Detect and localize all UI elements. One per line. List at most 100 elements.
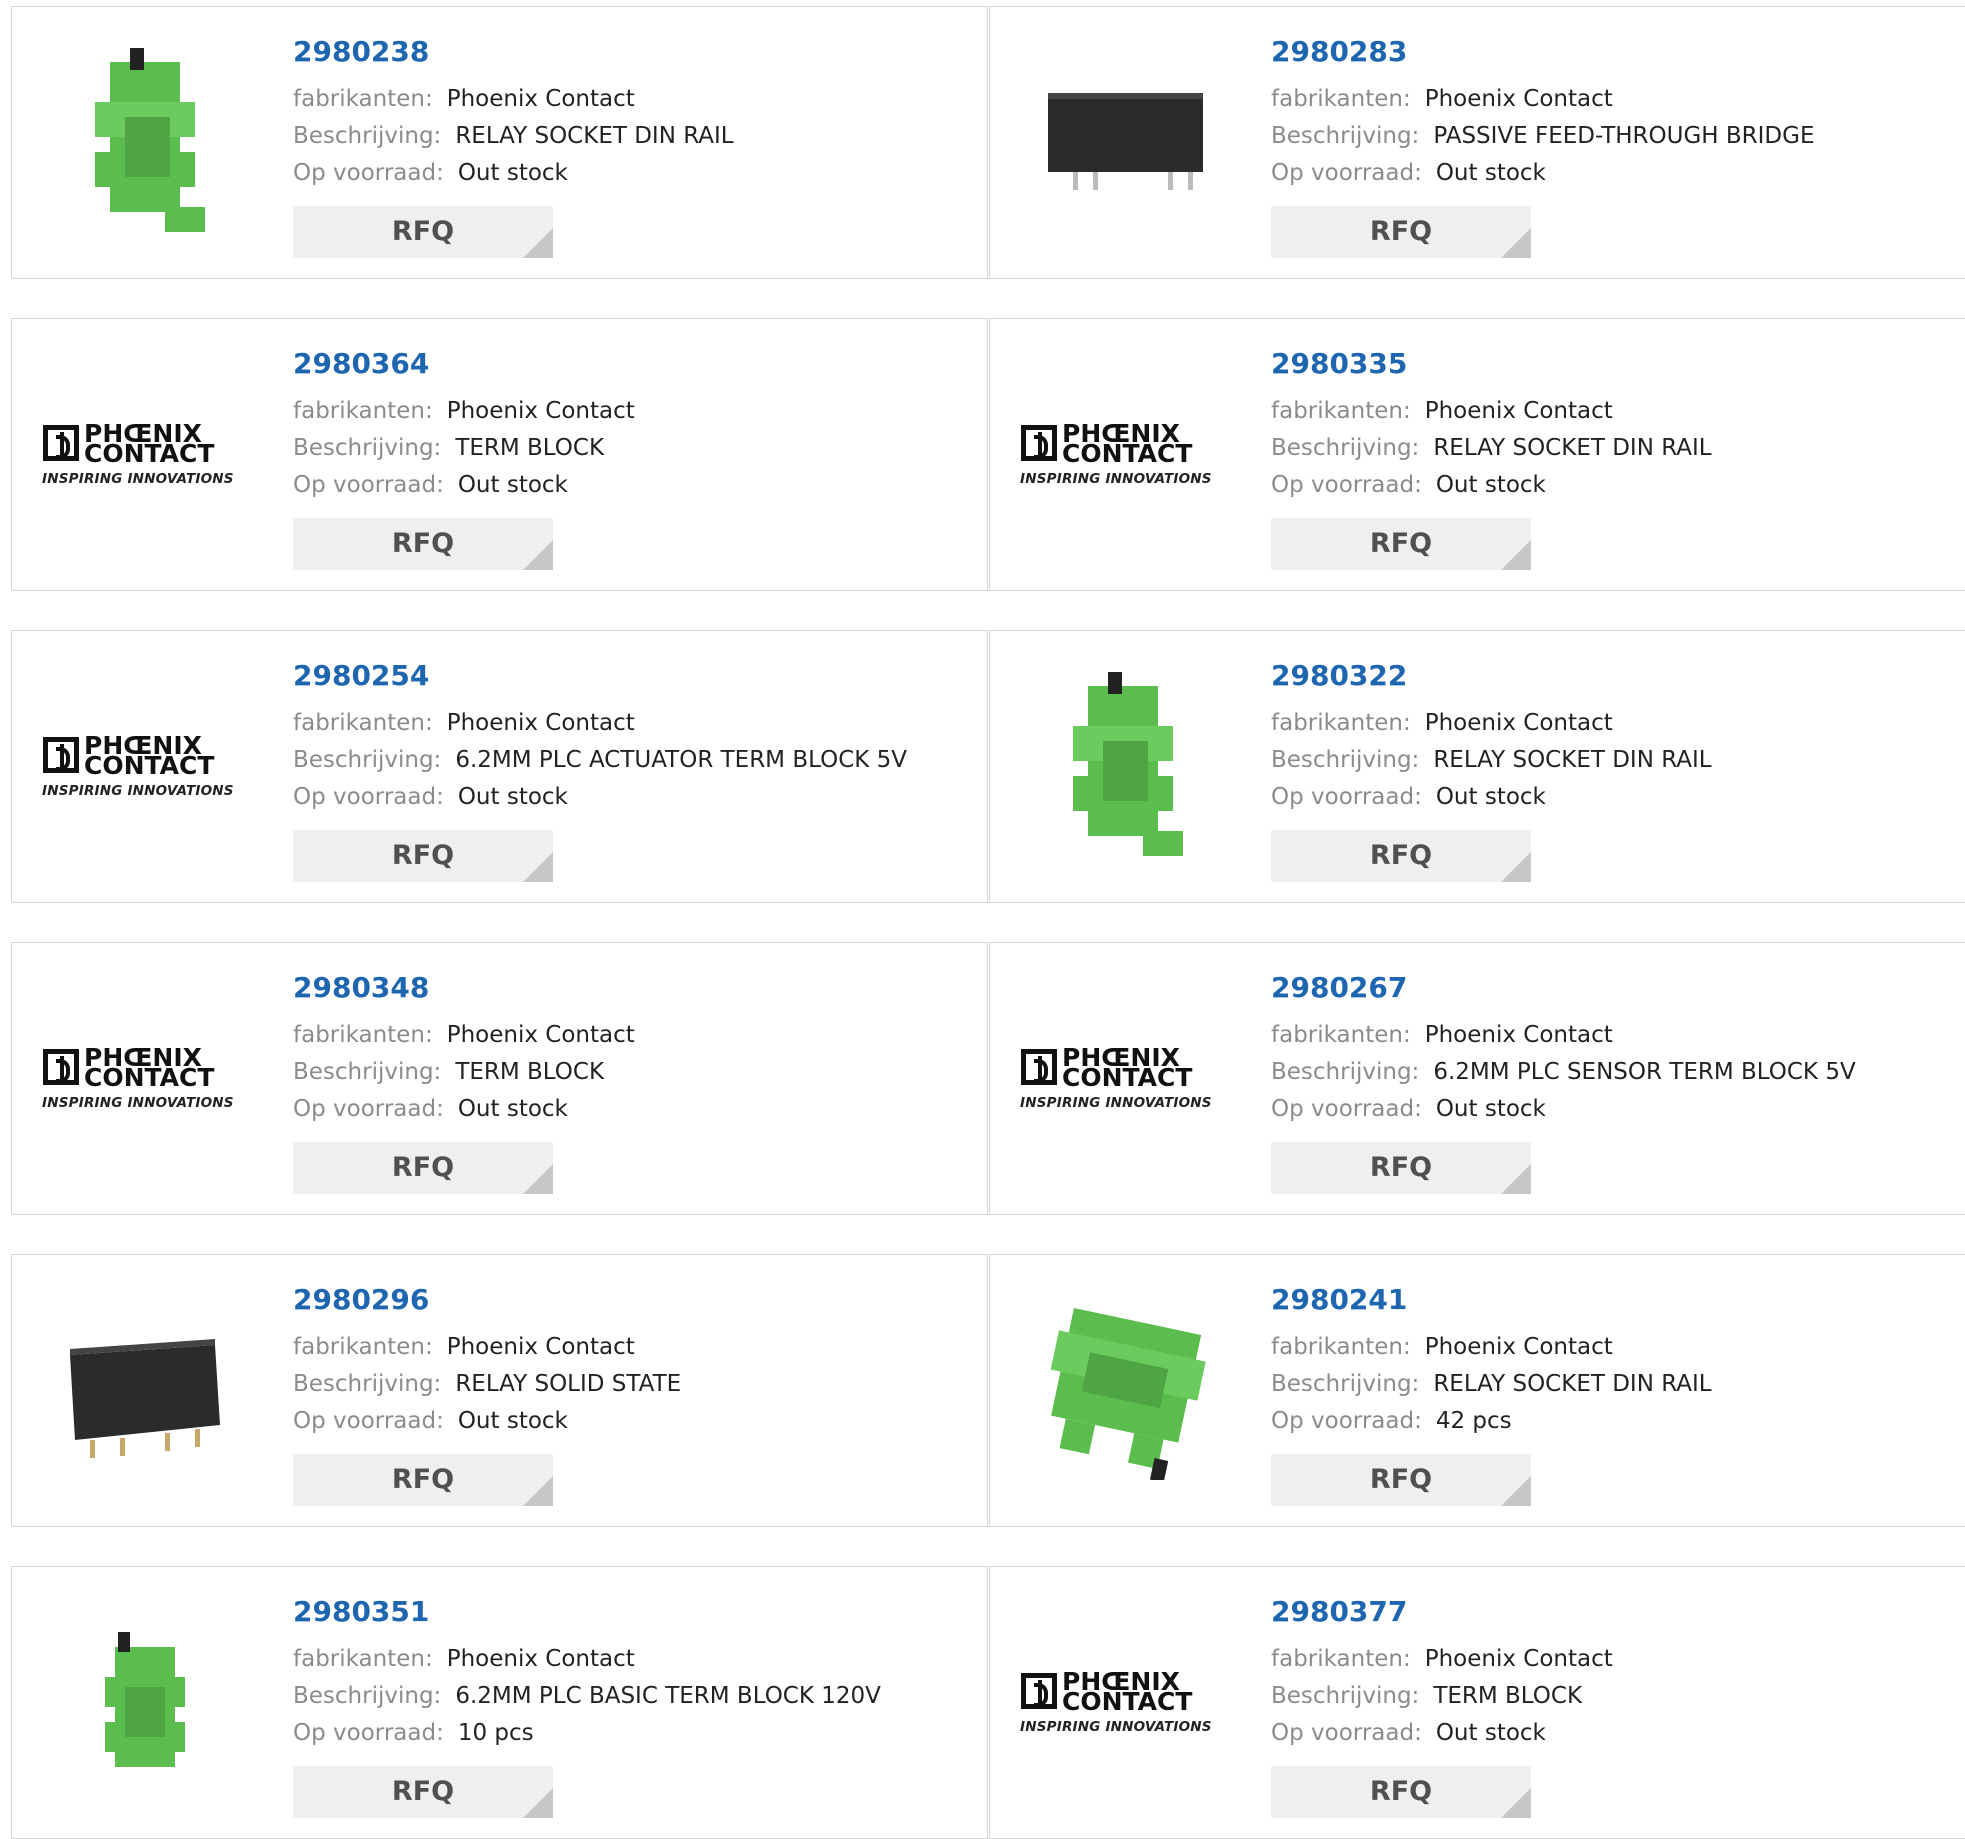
product-image[interactable] bbox=[1020, 41, 1225, 246]
part-number-link[interactable]: 2980348 bbox=[293, 971, 635, 1005]
description-value: TERM BLOCK bbox=[1433, 1683, 1583, 1709]
rfq-button[interactable]: RFQ bbox=[293, 206, 553, 258]
product-image[interactable] bbox=[42, 1289, 247, 1494]
product-info: 2980254 fabrikanten: Phoenix Contact Beschr… bbox=[293, 659, 907, 882]
description-value: RELAY SOCKET DIN RAIL bbox=[1433, 1371, 1712, 1397]
manufacturer-row: fabrikanten: Phoenix Contact bbox=[293, 1017, 635, 1054]
manufacturer-value: Phoenix Contact bbox=[1424, 1646, 1613, 1672]
stock-label: Op voorraad: bbox=[1271, 1720, 1422, 1746]
stock-value: Out stock bbox=[1435, 1720, 1546, 1746]
stock-value: Out stock bbox=[457, 784, 568, 810]
description-value: RELAY SOCKET DIN RAIL bbox=[1433, 747, 1712, 773]
product-card: 2980296 fabrikanten: Phoenix Contact Beschr… bbox=[11, 1254, 988, 1527]
manufacturer-label: fabrikanten: bbox=[1271, 398, 1411, 424]
description-label: Beschrijving: bbox=[293, 435, 442, 461]
part-number-link[interactable]: 2980283 bbox=[1271, 35, 1815, 69]
rfq-button-label: RFQ bbox=[1369, 528, 1433, 559]
rfq-corner-decoration bbox=[523, 228, 553, 258]
logo-line-2: CONTACT bbox=[1062, 1686, 1193, 1716]
description-value: 6.2MM PLC ACTUATOR TERM BLOCK 5V bbox=[455, 747, 908, 773]
rfq-button[interactable]: RFQ bbox=[293, 830, 553, 882]
product-card: 2980322 fabrikanten: Phoenix Contact Beschr… bbox=[989, 630, 1965, 903]
manufacturer-row: fabrikanten: Phoenix Contact bbox=[293, 81, 734, 118]
description-row: Beschrijving: RELAY SOCKET DIN RAIL bbox=[1271, 430, 1712, 467]
part-number-link[interactable]: 2980351 bbox=[293, 1595, 881, 1629]
rfq-button[interactable]: RFQ bbox=[293, 1454, 553, 1506]
manufacturer-label: fabrikanten: bbox=[293, 86, 433, 112]
description-label: Beschrijving: bbox=[1271, 1059, 1420, 1085]
green-relay-socket-angled-icon bbox=[1038, 1300, 1208, 1484]
phoenix-contact-logo: PHŒNIX CONTACT INSPIRING INNOVATIONS bbox=[42, 733, 247, 803]
description-label: Beschrijving: bbox=[293, 1683, 442, 1709]
part-number-link[interactable]: 2980267 bbox=[1271, 971, 1856, 1005]
rfq-button[interactable]: RFQ bbox=[1271, 1766, 1531, 1818]
product-image[interactable]: PHŒNIX CONTACT INSPIRING INNOVATIONS bbox=[1020, 353, 1225, 558]
stock-value: Out stock bbox=[1435, 160, 1546, 186]
product-image[interactable]: PHŒNIX CONTACT INSPIRING INNOVATIONS bbox=[42, 977, 247, 1182]
stock-label: Op voorraad: bbox=[293, 472, 444, 498]
rfq-button[interactable]: RFQ bbox=[1271, 1454, 1531, 1506]
part-number-link[interactable]: 2980364 bbox=[293, 347, 635, 381]
part-number-link[interactable]: 2980241 bbox=[1271, 1283, 1712, 1317]
product-image[interactable]: PHŒNIX CONTACT INSPIRING INNOVATIONS bbox=[42, 665, 247, 870]
stock-value: Out stock bbox=[457, 1096, 568, 1122]
phoenix-contact-logo: PHŒNIX CONTACT INSPIRING INNOVATIONS bbox=[1020, 1045, 1225, 1115]
rfq-button[interactable]: RFQ bbox=[293, 1142, 553, 1194]
manufacturer-label: fabrikanten: bbox=[1271, 710, 1411, 736]
manufacturer-value: Phoenix Contact bbox=[446, 1334, 635, 1360]
manufacturer-value: Phoenix Contact bbox=[446, 1022, 635, 1048]
part-number-link[interactable]: 2980377 bbox=[1271, 1595, 1613, 1629]
manufacturer-label: fabrikanten: bbox=[293, 710, 433, 736]
rfq-corner-decoration bbox=[523, 540, 553, 570]
product-card: PHŒNIX CONTACT INSPIRING INNOVATIONS 298036… bbox=[11, 318, 988, 591]
part-number-link[interactable]: 2980238 bbox=[293, 35, 734, 69]
manufacturer-label: fabrikanten: bbox=[293, 1334, 433, 1360]
manufacturer-row: fabrikanten: Phoenix Contact bbox=[1271, 393, 1712, 430]
product-image[interactable] bbox=[42, 41, 247, 246]
part-number-link[interactable]: 2980254 bbox=[293, 659, 907, 693]
product-image[interactable]: PHŒNIX CONTACT INSPIRING INNOVATIONS bbox=[1020, 977, 1225, 1182]
manufacturer-value: Phoenix Contact bbox=[1424, 86, 1613, 112]
rfq-corner-decoration bbox=[1501, 540, 1531, 570]
product-card: 2980241 fabrikanten: Phoenix Contact Beschr… bbox=[989, 1254, 1965, 1527]
rfq-button[interactable]: RFQ bbox=[1271, 206, 1531, 258]
rfq-button-label: RFQ bbox=[1369, 216, 1433, 247]
black-solid-state-relay-icon bbox=[55, 1315, 235, 1469]
description-value: TERM BLOCK bbox=[455, 435, 605, 461]
manufacturer-label: fabrikanten: bbox=[1271, 1646, 1411, 1672]
manufacturer-value: Phoenix Contact bbox=[1424, 710, 1613, 736]
manufacturer-label: fabrikanten: bbox=[293, 1022, 433, 1048]
rfq-button-label: RFQ bbox=[1369, 1776, 1433, 1807]
product-info: 2980241 fabrikanten: Phoenix Contact Beschr… bbox=[1271, 1283, 1712, 1506]
product-image[interactable] bbox=[42, 1601, 247, 1806]
rfq-button[interactable]: RFQ bbox=[1271, 830, 1531, 882]
description-row: Beschrijving: TERM BLOCK bbox=[293, 430, 635, 467]
product-image[interactable] bbox=[1020, 665, 1225, 870]
description-row: Beschrijving: RELAY SOCKET DIN RAIL bbox=[1271, 742, 1712, 779]
description-row: Beschrijving: RELAY SOLID STATE bbox=[293, 1366, 681, 1403]
green-relay-socket-icon bbox=[70, 42, 220, 246]
rfq-corner-decoration bbox=[1501, 1164, 1531, 1194]
rfq-corner-decoration bbox=[1501, 1788, 1531, 1818]
product-image[interactable]: PHŒNIX CONTACT INSPIRING INNOVATIONS bbox=[1020, 1601, 1225, 1806]
part-number-link[interactable]: 2980296 bbox=[293, 1283, 681, 1317]
part-number-link[interactable]: 2980322 bbox=[1271, 659, 1712, 693]
stock-row: Op voorraad: Out stock bbox=[293, 155, 734, 192]
rfq-button[interactable]: RFQ bbox=[1271, 1142, 1531, 1194]
rfq-button[interactable]: RFQ bbox=[293, 518, 553, 570]
stock-value: Out stock bbox=[457, 472, 568, 498]
product-image[interactable] bbox=[1020, 1289, 1225, 1494]
manufacturer-row: fabrikanten: Phoenix Contact bbox=[1271, 705, 1712, 742]
product-info: 2980364 fabrikanten: Phoenix Contact Beschr… bbox=[293, 347, 635, 570]
rfq-button[interactable]: RFQ bbox=[1271, 518, 1531, 570]
product-image[interactable]: PHŒNIX CONTACT INSPIRING INNOVATIONS bbox=[42, 353, 247, 558]
rfq-button[interactable]: RFQ bbox=[293, 1766, 553, 1818]
part-number-link[interactable]: 2980335 bbox=[1271, 347, 1712, 381]
product-card: PHŒNIX CONTACT INSPIRING INNOVATIONS 298033… bbox=[989, 318, 1965, 591]
manufacturer-row: fabrikanten: Phoenix Contact bbox=[293, 1329, 681, 1366]
stock-row: Op voorraad: Out stock bbox=[1271, 1091, 1856, 1128]
logo-tagline: INSPIRING INNOVATIONS bbox=[1020, 1094, 1212, 1111]
stock-row: Op voorraad: Out stock bbox=[293, 1091, 635, 1128]
phoenix-contact-logo: PHŒNIX CONTACT INSPIRING INNOVATIONS bbox=[42, 1045, 247, 1115]
logo-line-2: CONTACT bbox=[84, 438, 215, 468]
